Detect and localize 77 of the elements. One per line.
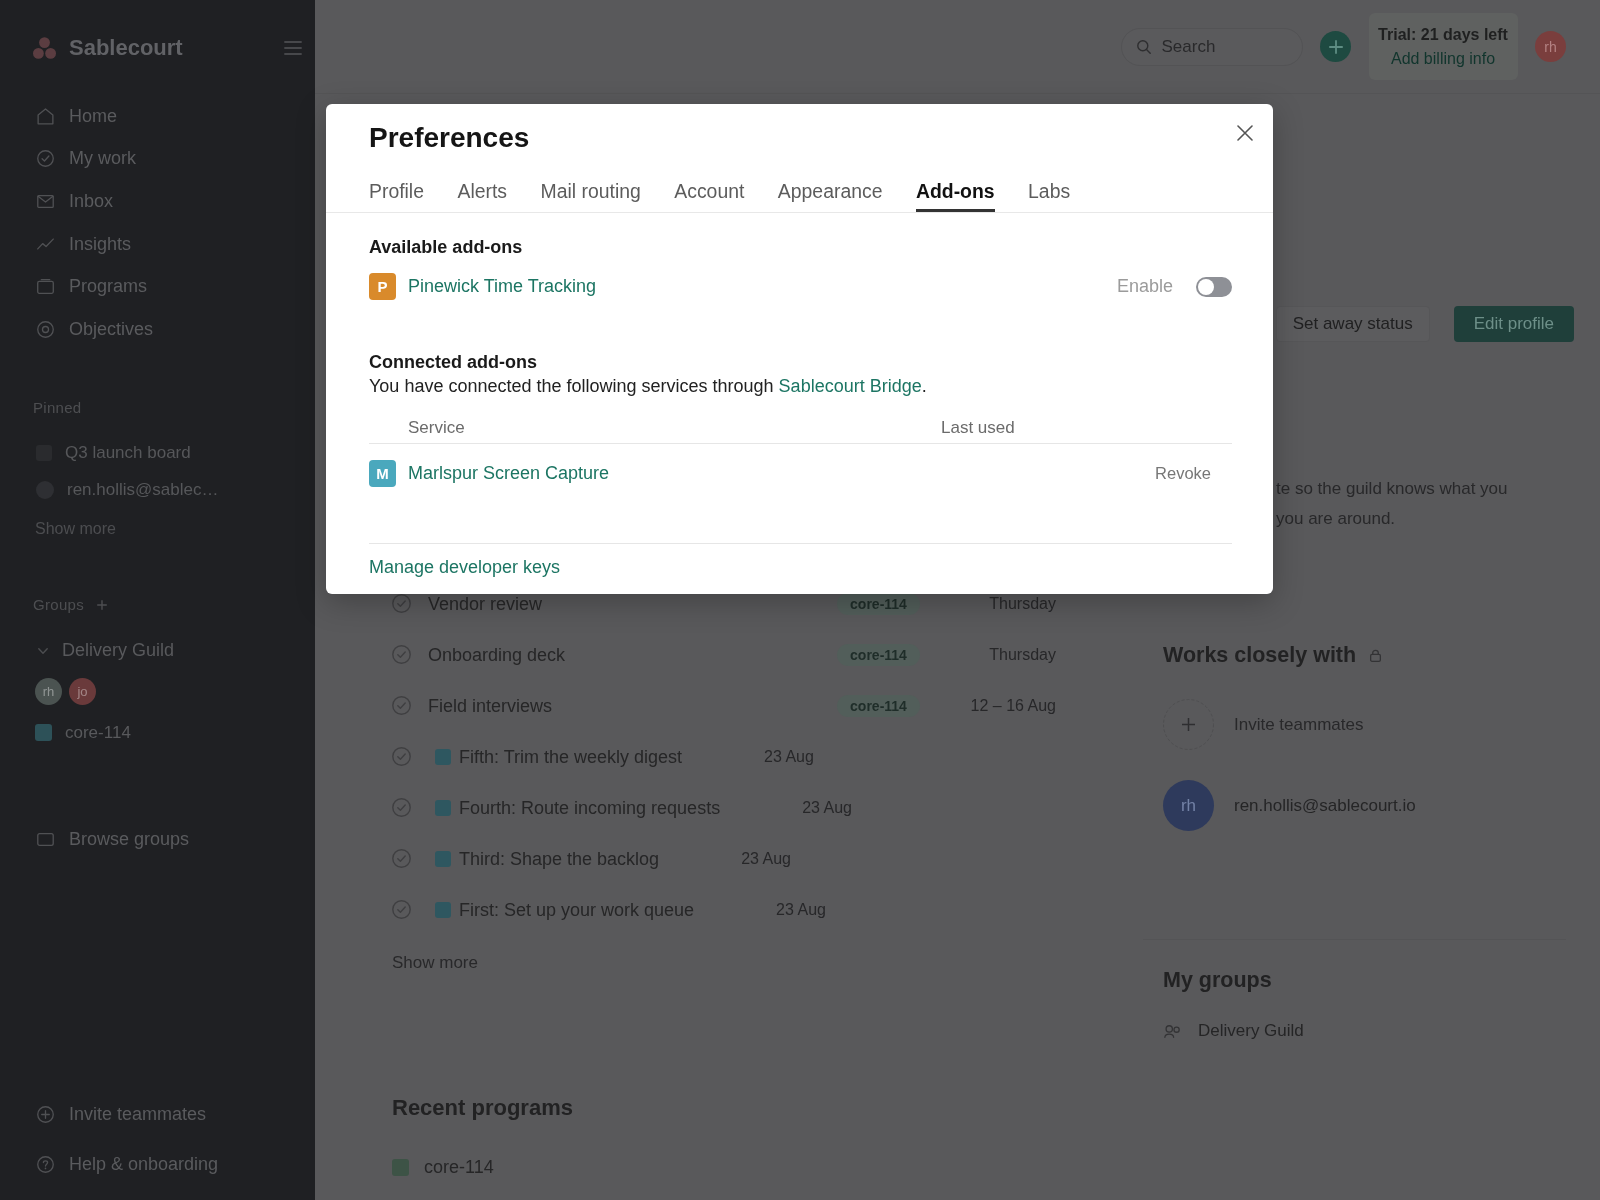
project-icon bbox=[392, 1158, 409, 1176]
envelope-icon bbox=[37, 195, 54, 208]
project-icon bbox=[435, 799, 451, 816]
logo-icon bbox=[33, 36, 56, 59]
menu-icon[interactable] bbox=[284, 40, 302, 55]
window-icon bbox=[37, 833, 54, 847]
lock-icon bbox=[1370, 648, 1382, 662]
nav-item[interactable]: Invite teammates bbox=[33, 1089, 207, 1139]
tab[interactable]: Profile bbox=[369, 171, 424, 212]
column-header: Service bbox=[408, 417, 465, 439]
target-icon bbox=[37, 320, 54, 338]
project-item[interactable]: core-114 bbox=[33, 714, 131, 751]
tab[interactable]: Alerts bbox=[457, 171, 508, 212]
section-heading: Available add-ons bbox=[369, 236, 524, 258]
plus-icon bbox=[1328, 39, 1343, 54]
home-icon bbox=[37, 107, 54, 125]
check-circle-icon[interactable] bbox=[392, 798, 411, 817]
create-button[interactable] bbox=[1320, 31, 1351, 62]
check-circle-icon[interactable] bbox=[392, 645, 411, 664]
project-icon bbox=[435, 748, 451, 765]
addon-link[interactable]: Pinewick Time Tracking bbox=[408, 276, 597, 297]
column-header: Last used bbox=[941, 417, 1015, 439]
check-circle-icon[interactable] bbox=[392, 594, 411, 613]
section-title: My groups bbox=[1163, 967, 1272, 994]
avatar[interactable]: rh bbox=[1163, 780, 1214, 831]
tab[interactable]: Add-ons bbox=[915, 171, 995, 212]
tab[interactable]: Account bbox=[674, 171, 745, 212]
check-circle-icon[interactable] bbox=[392, 696, 411, 715]
nav-item[interactable]: Browse groups bbox=[33, 818, 190, 862]
people-icon bbox=[1164, 1024, 1181, 1038]
nav-item[interactable]: Insights bbox=[33, 222, 132, 266]
check-circle-icon[interactable] bbox=[392, 747, 411, 766]
trial-status: Trial: 21 days left bbox=[1378, 25, 1508, 44]
tab[interactable]: Appearance bbox=[777, 171, 883, 212]
section-heading: Connected add-ons bbox=[369, 351, 538, 373]
avatar[interactable]: rh bbox=[35, 678, 62, 706]
group-item[interactable]: Delivery Guild bbox=[33, 632, 175, 669]
nav-item[interactable]: Programs bbox=[33, 265, 148, 308]
nav-item[interactable]: Objectives bbox=[33, 307, 154, 351]
revoke-button[interactable]: Revoke bbox=[1155, 464, 1211, 483]
tab[interactable]: Mail routing bbox=[540, 171, 641, 212]
close-icon bbox=[1237, 125, 1253, 141]
section-title: Works closely with bbox=[1163, 642, 1357, 669]
check-circle-icon bbox=[37, 150, 54, 168]
search-icon bbox=[1136, 39, 1151, 54]
plus-circle-icon bbox=[37, 1105, 54, 1123]
check-circle-icon[interactable] bbox=[392, 900, 411, 919]
close-button[interactable] bbox=[1237, 125, 1253, 141]
brand-name: Sablecourt bbox=[69, 34, 184, 61]
tab[interactable]: Labs bbox=[1028, 171, 1071, 212]
developer-keys-link[interactable]: Manage developer keys bbox=[369, 556, 561, 578]
user-avatar[interactable]: rh bbox=[1535, 31, 1566, 62]
connected-description: You have connected the following services through Sablecourt Bridge. bbox=[369, 375, 928, 398]
nav-item[interactable]: Inbox bbox=[33, 180, 114, 223]
nav-item[interactable]: My work bbox=[33, 137, 136, 181]
addon-logo: P bbox=[369, 273, 396, 300]
avatar[interactable]: jo bbox=[69, 678, 96, 706]
nav-item[interactable]: Help & onboarding bbox=[33, 1139, 219, 1189]
service-link[interactable]: Marlspur Screen Capture bbox=[408, 463, 610, 484]
toggle-switch[interactable] bbox=[1196, 276, 1232, 297]
plus-circle-icon bbox=[1163, 699, 1214, 750]
bridge-link[interactable]: Sablecourt Bridge bbox=[778, 376, 922, 396]
billing-link[interactable]: Add billing info bbox=[1390, 49, 1496, 68]
project-icon bbox=[35, 724, 52, 742]
dialog-title: Preferences bbox=[369, 121, 530, 155]
help-icon bbox=[37, 1155, 54, 1173]
section-title: Recent programs bbox=[392, 1094, 574, 1122]
addon-logo: M bbox=[369, 460, 396, 487]
folder-icon bbox=[37, 279, 54, 295]
check-circle-icon[interactable] bbox=[392, 849, 411, 868]
action-button[interactable]: Edit profile bbox=[1453, 306, 1574, 342]
nav-item[interactable]: Home bbox=[33, 95, 117, 138]
toggle-label: Enable bbox=[1116, 276, 1173, 297]
plus-icon[interactable] bbox=[97, 599, 107, 610]
project-icon bbox=[435, 850, 451, 867]
trend-line-icon bbox=[37, 238, 54, 251]
project-icon bbox=[435, 901, 451, 918]
